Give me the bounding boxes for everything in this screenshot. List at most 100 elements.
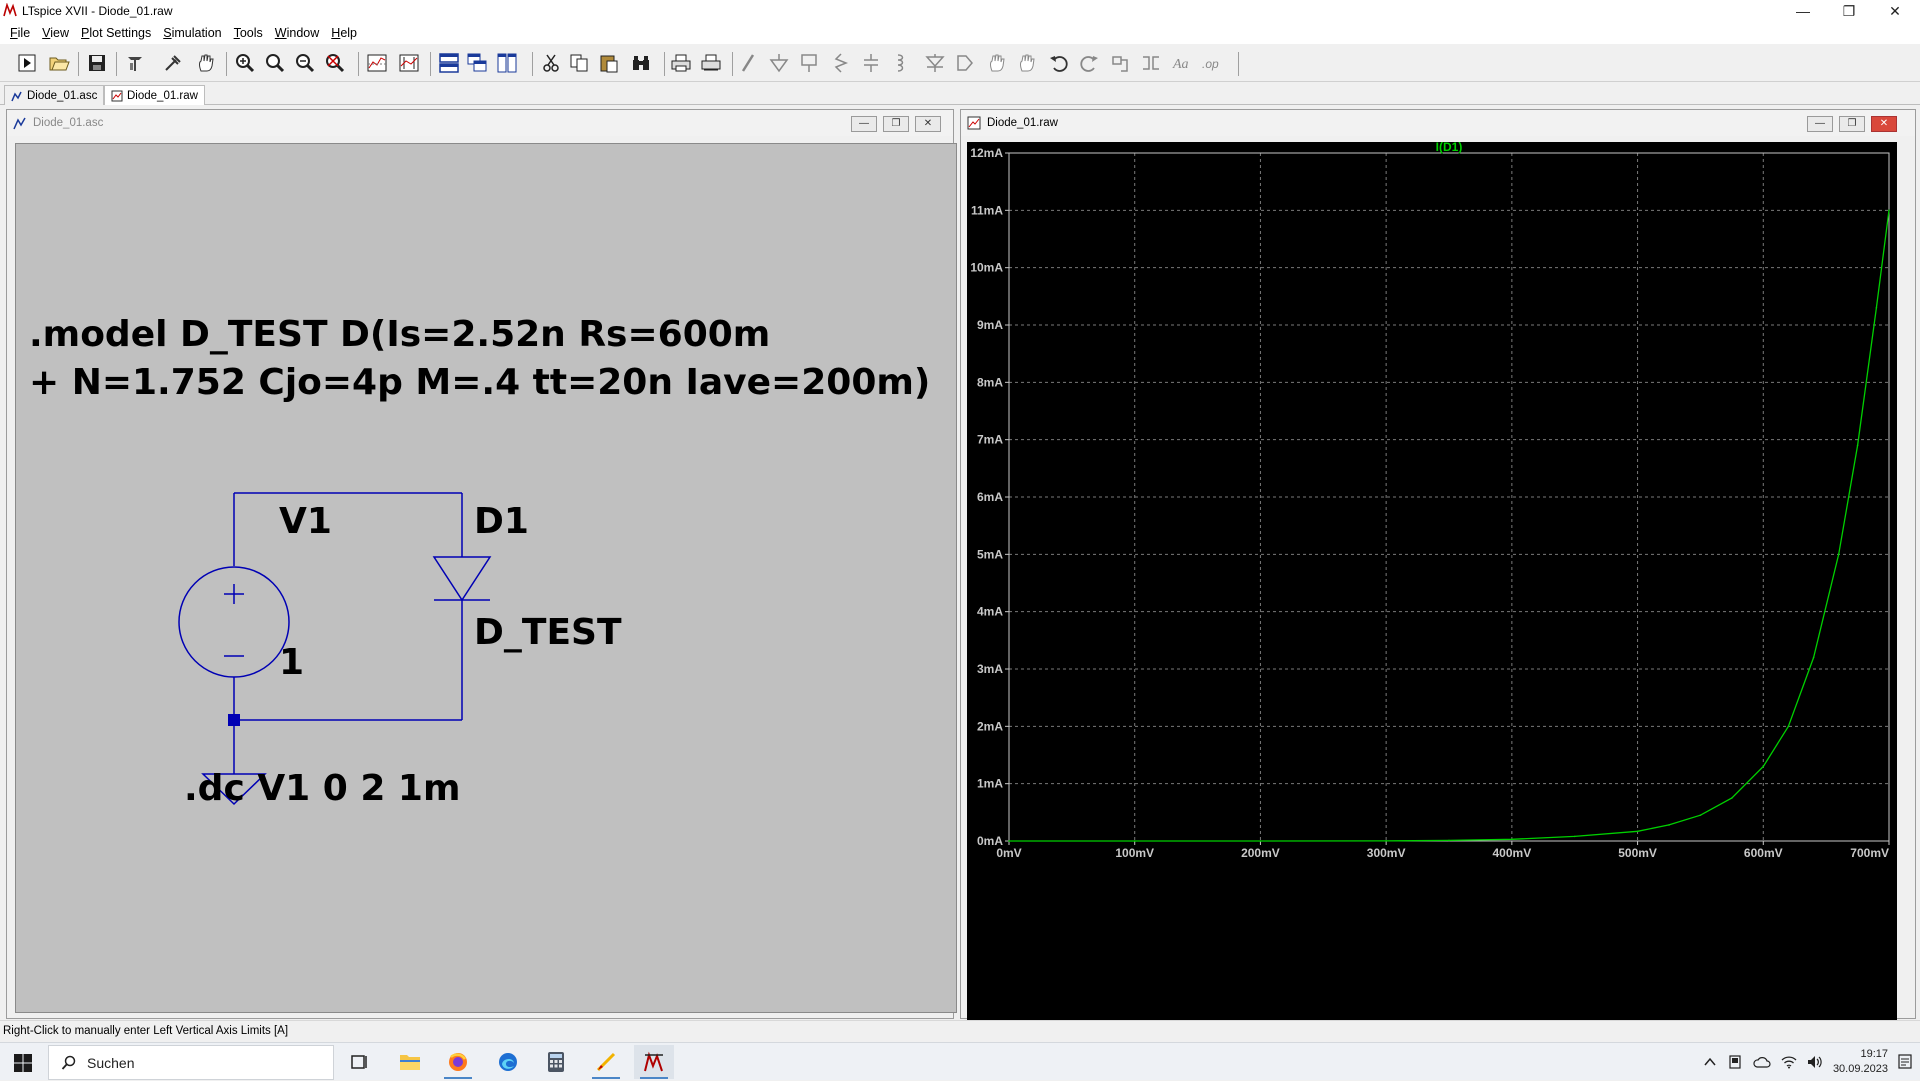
close-button[interactable]: ✕ <box>1872 0 1918 22</box>
app-icon[interactable] <box>586 1045 626 1079</box>
trace-i-d1[interactable] <box>1009 210 1890 842</box>
y-tick-label[interactable]: 2mA <box>977 719 1003 733</box>
run-pick-icon[interactable] <box>160 50 186 76</box>
resistor-icon[interactable] <box>828 50 854 76</box>
component-icon[interactable] <box>952 50 978 76</box>
x-tick-label[interactable]: 400mV <box>1493 846 1532 860</box>
x-tick-label[interactable]: 500mV <box>1618 846 1657 860</box>
clock[interactable]: 19:17 30.09.2023 <box>1833 1047 1888 1077</box>
diode-name-label[interactable]: D1 <box>474 501 529 542</box>
text-icon[interactable]: Aa <box>1170 50 1196 76</box>
menu-plot-settings[interactable]: Plot Settings <box>75 26 157 40</box>
tab-schematic[interactable]: Diode_01.asc <box>4 85 105 105</box>
ltspice-icon[interactable] <box>634 1045 674 1079</box>
rotate-icon[interactable] <box>1108 50 1134 76</box>
zoom-back-icon[interactable] <box>262 50 288 76</box>
waveform-plot[interactable]: 0mV 100mV 200mV 300mV 400mV 500mV 600mV 700mV 0m… <box>967 140 1897 1022</box>
diode-symbol[interactable] <box>432 556 492 602</box>
autorange-icon[interactable] <box>364 50 390 76</box>
minimize-button[interactable]: — <box>851 116 877 132</box>
y-tick-label[interactable]: 0mA <box>977 834 1003 848</box>
menu-tools[interactable]: Tools <box>228 26 269 40</box>
volume-icon[interactable] <box>1807 1055 1823 1069</box>
redo-icon[interactable] <box>1076 50 1102 76</box>
diode-model-label[interactable]: D_TEST <box>474 612 622 653</box>
find-icon[interactable] <box>628 50 654 76</box>
minimize-button[interactable]: — <box>1780 0 1826 22</box>
maximize-button[interactable]: ❐ <box>883 116 909 132</box>
label-icon[interactable] <box>796 50 822 76</box>
schematic-canvas[interactable]: .model D_TEST D(Is=2.52n Rs=600m + N=1.7… <box>15 143 957 1013</box>
zoom-fit-icon[interactable] <box>322 50 348 76</box>
x-tick-label[interactable]: 200mV <box>1241 846 1280 860</box>
y-tick-label[interactable]: 7mA <box>977 433 1003 447</box>
menu-help[interactable]: Help <box>325 26 363 40</box>
open-icon[interactable] <box>46 50 72 76</box>
task-view-icon[interactable] <box>340 1045 380 1079</box>
control-panel-icon[interactable] <box>122 50 148 76</box>
y-tick-label[interactable]: 12mA <box>970 146 1003 160</box>
close-button[interactable]: ✕ <box>1871 116 1897 132</box>
y-tick-label[interactable]: 1mA <box>977 777 1003 791</box>
print-icon[interactable] <box>668 50 694 76</box>
paste-icon[interactable] <box>596 50 622 76</box>
taskbar-search[interactable]: Suchen <box>48 1045 334 1080</box>
y-tick-label[interactable]: 10mA <box>970 261 1003 275</box>
menu-file[interactable]: File <box>4 26 36 40</box>
node-junction[interactable] <box>228 714 240 726</box>
autorange-y-icon[interactable] <box>396 50 422 76</box>
tab-waveform[interactable]: Diode_01.raw <box>104 85 205 105</box>
file-explorer-icon[interactable] <box>390 1045 430 1079</box>
y-tick-label[interactable]: 5mA <box>977 547 1003 561</box>
x-tick-label[interactable]: 700mV <box>1850 846 1889 860</box>
mirror-icon[interactable] <box>1138 50 1164 76</box>
copy-icon[interactable] <box>566 50 592 76</box>
device-icon[interactable] <box>1727 1054 1743 1070</box>
tile-horizontal-icon[interactable] <box>436 50 462 76</box>
ground-icon[interactable] <box>766 50 792 76</box>
plot-pane[interactable]: 0mV 100mV 200mV 300mV 400mV 500mV 600mV 700mV 0m… <box>967 140 1897 1022</box>
menu-window[interactable]: Window <box>269 26 325 40</box>
zoom-in-icon[interactable] <box>232 50 258 76</box>
cloud-icon[interactable] <box>1753 1055 1771 1069</box>
y-tick-label[interactable]: 3mA <box>977 662 1003 676</box>
save-icon[interactable] <box>84 50 110 76</box>
x-tick-label[interactable]: 0mV <box>996 846 1021 860</box>
maximize-button[interactable]: ❐ <box>1839 116 1865 132</box>
y-tick-label[interactable]: 6mA <box>977 490 1003 504</box>
wire-icon[interactable] <box>736 50 762 76</box>
x-tick-label[interactable]: 100mV <box>1115 846 1154 860</box>
browser-icon[interactable] <box>488 1045 528 1079</box>
cascade-icon[interactable] <box>464 50 490 76</box>
minimize-button[interactable]: — <box>1807 116 1833 132</box>
wifi-icon[interactable] <box>1781 1055 1797 1069</box>
menu-simulation[interactable]: Simulation <box>157 26 227 40</box>
y-tick-label[interactable]: 9mA <box>977 318 1003 332</box>
print-setup-icon[interactable] <box>698 50 724 76</box>
close-button[interactable]: ✕ <box>915 116 941 132</box>
voltage-source-symbol[interactable] <box>178 566 290 678</box>
dc-directive[interactable]: .dc V1 0 2 1m <box>184 768 461 809</box>
trace-label[interactable]: I(D1) <box>1436 140 1463 154</box>
chevron-up-icon[interactable] <box>1703 1055 1717 1069</box>
y-tick-label[interactable]: 4mA <box>977 605 1003 619</box>
calculator-icon[interactable] <box>536 1045 576 1079</box>
firefox-icon[interactable] <box>438 1045 478 1079</box>
y-tick-label[interactable]: 11mA <box>971 203 1003 217</box>
drag-icon[interactable] <box>1014 50 1040 76</box>
source-name-label[interactable]: V1 <box>279 501 332 542</box>
x-tick-label[interactable]: 600mV <box>1744 846 1783 860</box>
undo-icon[interactable] <box>1046 50 1072 76</box>
notification-icon[interactable] <box>1898 1053 1912 1071</box>
capacitor-icon[interactable] <box>858 50 884 76</box>
spice-directive-icon[interactable]: .op <box>1200 50 1226 76</box>
pan-icon[interactable] <box>193 50 219 76</box>
windows-start-icon[interactable] <box>12 1052 34 1074</box>
run-icon[interactable] <box>14 50 40 76</box>
diode-icon[interactable] <box>922 50 948 76</box>
restore-button[interactable]: ❐ <box>1826 0 1872 22</box>
cut-icon[interactable] <box>538 50 564 76</box>
move-icon[interactable] <box>984 50 1010 76</box>
tile-vertical-icon[interactable] <box>494 50 520 76</box>
x-tick-label[interactable]: 300mV <box>1367 846 1406 860</box>
